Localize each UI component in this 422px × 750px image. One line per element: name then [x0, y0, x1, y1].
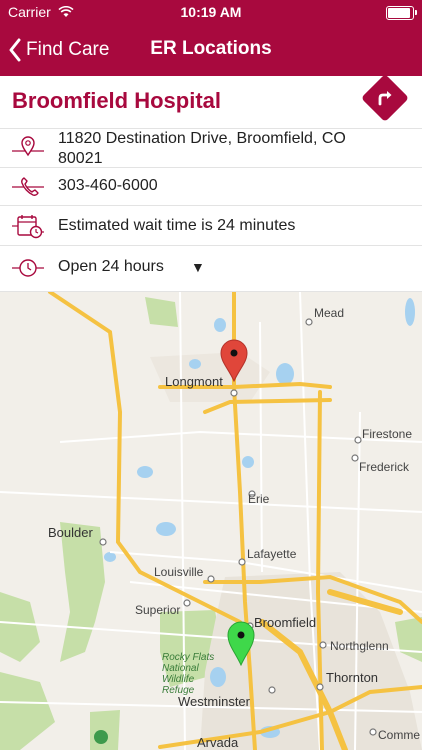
map-label-superior: Superior [135, 603, 181, 617]
hours-text: Open 24 hours [58, 258, 164, 275]
map-label-rocky-flats: Rocky Flats National Wildlife Refuge [162, 652, 215, 696]
lake [137, 466, 153, 478]
map-label-commerce: Comme [378, 728, 421, 742]
phone-row[interactable]: 303-460-6000 [0, 168, 422, 206]
address-row[interactable]: 11820 Destination Drive, Broomfield, CO … [0, 128, 422, 168]
hours-expand-arrow-icon[interactable]: ▼ [191, 259, 205, 275]
status-time: 10:19 AM [180, 4, 242, 20]
map-label-louisville: Louisville [154, 565, 204, 579]
map-label-arvada: Arvada [197, 735, 239, 750]
lake [104, 552, 116, 562]
calendar-clock-icon [12, 215, 44, 239]
map-label-broomfield: Broomfield [254, 615, 317, 630]
park-area [0, 592, 40, 662]
map-label-thornton: Thornton [326, 670, 379, 685]
wait-time-text: Estimated wait time is 24 minutes [58, 217, 296, 234]
back-button-label: Find Care [26, 39, 110, 60]
chevron-left-icon [9, 38, 21, 62]
back-button[interactable]: Find Care [8, 36, 109, 64]
lake [189, 359, 201, 369]
park-area [60, 522, 105, 662]
green-location-pin[interactable] [226, 620, 256, 666]
map-view[interactable]: Mead Longmont Firestone Frederick Erie B… [0, 292, 422, 750]
phone-icon [12, 177, 44, 196]
clock-icon [12, 259, 44, 277]
park-area [0, 672, 55, 750]
map-label-frederick: Frederick [359, 460, 410, 474]
map-label-longmont: Longmont [165, 374, 223, 389]
navigation-bar: Find Care ER Locations [0, 24, 422, 76]
park-area [145, 297, 178, 327]
battery-icon [386, 6, 417, 20]
map-label-mead: Mead [314, 306, 345, 320]
hospital-header: Broomfield Hospital [0, 76, 422, 128]
hospital-name: Broomfield Hospital [12, 88, 222, 113]
map-label-firestone: Firestone [362, 427, 413, 441]
lake [156, 522, 176, 536]
turn-right-arrow-icon [378, 91, 392, 106]
red-location-pin[interactable] [219, 338, 249, 382]
map-label-erie: Erie [248, 492, 270, 506]
map-label-westminster: Westminster [178, 694, 250, 709]
park-area [395, 617, 422, 662]
wait-time-row: Estimated wait time is 24 minutes [0, 206, 422, 246]
phone-number: 303-460-6000 [58, 177, 158, 194]
map-label-northglenn: Northglenn [330, 639, 389, 653]
address-line-1: 11820 Destination Drive, Broomfield, CO [58, 130, 346, 147]
map-label-lafayette: Lafayette [247, 547, 297, 561]
lake [242, 456, 254, 468]
park-marker-icon [94, 730, 108, 744]
lake [214, 318, 226, 332]
hours-row[interactable]: Open 24 hours [0, 246, 422, 292]
map-label-boulder: Boulder [48, 525, 93, 540]
lake [276, 363, 294, 385]
address-line-2: 80021 [58, 150, 103, 167]
location-pin-icon [12, 136, 44, 157]
status-bar: Carrier 10:19 AM [0, 0, 422, 24]
park-area [90, 710, 120, 750]
lake [405, 298, 415, 326]
